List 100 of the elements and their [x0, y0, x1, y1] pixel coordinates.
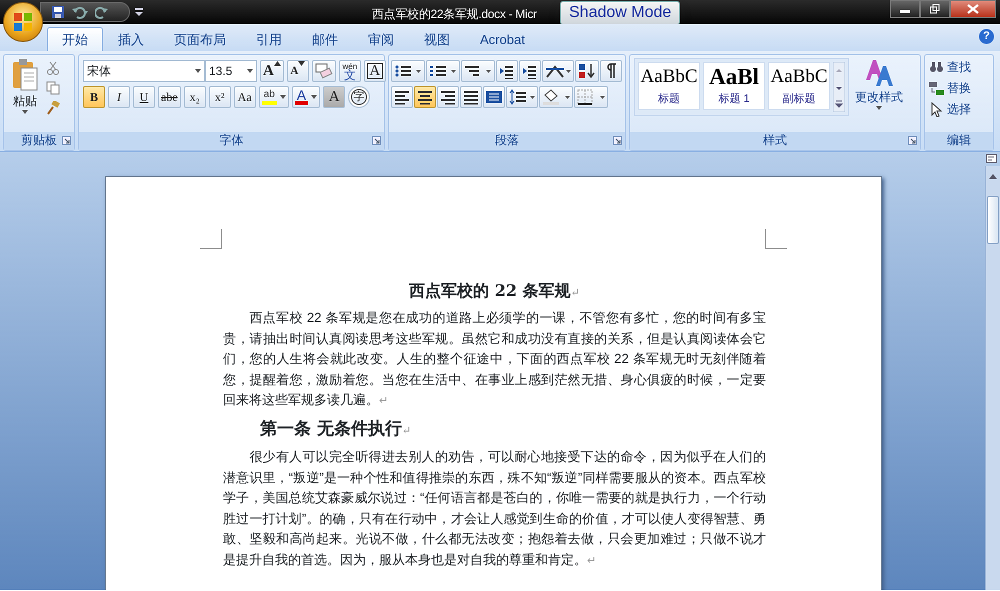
format-button[interactable]: I	[108, 86, 130, 108]
format-button[interactable]: Aa	[234, 86, 256, 108]
shading-icon	[542, 89, 570, 105]
grow-font-button[interactable]: A	[260, 60, 284, 82]
copy-icon[interactable]	[46, 81, 60, 95]
group-label: 样式	[763, 133, 787, 147]
editing-command[interactable]: 替换	[929, 79, 971, 97]
change-styles-button[interactable]: 更改样式	[853, 58, 905, 129]
sort-button[interactable]	[575, 60, 599, 82]
group-label: 字体	[220, 133, 244, 147]
editing-command[interactable]: 查找	[929, 58, 971, 76]
body-paragraph: 很少有人可以完全听得进去别人的劝告，可以耐心地接受下达的命令，因为似乎在人们的潜意识里，“叛逆”是一种个性和值得推崇的东西，殊不知“叛逆”同样需要服从的资本。西点军校学子，美国总统艾森豪威尔说过：“任何语言都是苍白的，你唯一需要的就是执行力，一个行动胜过一打计划”。的确，只有在行动中，才会让人感觉到生命的价值，才可以使人变得智慧、勇敢、坚毅和高尚起来。光说不做，什么都无法改变；抱怨着去做，只会更加难过；只做不说才是提升自我的首选。因为，服从本身也是对自我的尊重和肯定。↵	[223, 448, 766, 568]
close-icon	[967, 4, 979, 14]
bullets-button[interactable]	[391, 60, 425, 82]
scroll-thumb[interactable]	[987, 196, 999, 244]
editing-command[interactable]: 选择	[929, 100, 971, 118]
paragraph-mark: ↵	[587, 554, 596, 566]
restore-icon	[930, 4, 940, 14]
select-icon	[929, 102, 944, 116]
distributed-button[interactable]	[483, 86, 505, 108]
borders-icon	[577, 89, 605, 105]
justify-button[interactable]	[460, 86, 482, 108]
dropdown-arrow-icon	[195, 69, 201, 73]
increase-indent-button[interactable]	[519, 60, 541, 82]
ribbon-tab[interactable]: 邮件	[297, 27, 353, 51]
body-paragraph: 西点军校 22 条军规是您在成功的道路上必须学的一课，不管您有多忙，您的时间有多宝贵，请抽出时间认真阅读思考这些军规。虽然它和成功没有直接的关系，但是认真阅读体会它们，您的人生将会就此改变。人生的整个征途中，下面的西点军校 22 条军规无时无刻伴随着您，提醒着您，激励着您。当您在生活中、在事业上感到茫然无措、身心俱疲的时候，一定要回来将这些军规多读几遍。↵	[223, 309, 766, 409]
shading-button[interactable]	[539, 86, 573, 108]
gallery-scroll-icon[interactable]	[833, 62, 845, 112]
dialog-launcher-icon[interactable]	[908, 136, 917, 145]
ribbon-tab[interactable]: 开始	[47, 27, 103, 51]
line-spacing-button[interactable]	[506, 86, 538, 108]
format-button[interactable]: x₂	[184, 86, 206, 108]
dialog-launcher-icon[interactable]	[372, 136, 381, 145]
phonetic-guide-button[interactable]: wén 文	[338, 60, 361, 82]
group-label: 编辑	[947, 133, 971, 147]
styles-letters-icon	[864, 58, 894, 88]
multilevel-list-icon	[464, 63, 492, 79]
align-center-icon	[417, 89, 433, 105]
font-color-button[interactable]: A	[292, 86, 320, 108]
crop-mark	[765, 229, 787, 249]
group-label: 段落	[495, 133, 519, 147]
show-marks-button[interactable]	[600, 60, 622, 82]
character-shading-button[interactable]: A	[323, 86, 346, 108]
ribbon-tab[interactable]: 审阅	[353, 27, 409, 51]
ribbon-tab[interactable]: Acrobat	[465, 27, 540, 51]
ruler-toggle-icon[interactable]	[986, 152, 998, 164]
ribbon-tab[interactable]: 插入	[103, 27, 159, 51]
multilevel-list-button[interactable]	[461, 60, 495, 82]
clear-format-icon	[314, 63, 333, 79]
restore-button[interactable]	[920, 0, 950, 18]
group-label: 剪贴板	[21, 133, 57, 147]
customize-arrow-icon[interactable]	[135, 7, 143, 17]
format-painter-icon[interactable]	[46, 101, 60, 115]
section-heading: 第一条 无条件执行↵	[260, 418, 412, 440]
crop-mark	[200, 229, 222, 249]
align-center-button[interactable]	[414, 86, 436, 108]
style-swatch[interactable]: AaBbC 标题	[638, 62, 700, 110]
numbering-button[interactable]	[426, 60, 460, 82]
format-button[interactable]: B	[83, 86, 105, 108]
paste-button[interactable]: 粘贴	[8, 58, 42, 129]
enclose-characters-button[interactable]: 字	[348, 86, 370, 108]
format-button[interactable]: x²	[208, 86, 231, 108]
up-arrow-icon	[274, 61, 281, 66]
dropdown-arrow-icon	[247, 69, 253, 73]
shrink-font-button[interactable]: A	[286, 60, 309, 82]
ribbon-tab[interactable]: 引用	[241, 27, 297, 51]
dialog-launcher-icon[interactable]	[62, 136, 71, 145]
ribbon-tab[interactable]: 页面布局	[159, 27, 241, 51]
dialog-launcher-icon[interactable]	[613, 136, 622, 145]
down-arrow-icon	[298, 61, 306, 66]
scroll-up-icon[interactable]	[989, 174, 997, 179]
increase-indent-icon	[522, 63, 538, 79]
ribbon-tab[interactable]: 视图	[409, 27, 465, 51]
scrollbar[interactable]	[985, 166, 1000, 590]
show-marks-icon	[605, 63, 617, 79]
cut-icon[interactable]	[46, 61, 60, 75]
close-button[interactable]	[950, 0, 996, 18]
highlight-button[interactable]: ab	[258, 86, 289, 108]
bullets-icon	[394, 63, 422, 79]
align-right-button[interactable]	[437, 86, 459, 108]
borders-button[interactable]	[574, 86, 608, 108]
redo-icon[interactable]	[95, 5, 109, 19]
font-size-field[interactable]: 13.5	[205, 60, 257, 82]
character-border-button[interactable]: A	[364, 60, 386, 82]
decrease-indent-button[interactable]	[496, 60, 518, 82]
align-left-button[interactable]	[391, 86, 413, 108]
undo-icon[interactable]	[71, 5, 89, 19]
save-icon[interactable]	[51, 5, 65, 19]
chinese-layout-button[interactable]	[542, 60, 574, 82]
clear-format-button[interactable]	[312, 60, 336, 82]
sort-icon	[578, 63, 596, 79]
numbering-icon	[429, 63, 457, 79]
format-button[interactable]: U	[133, 86, 155, 108]
find-icon	[929, 60, 944, 74]
format-button[interactable]: abe	[158, 86, 181, 108]
minimize-button[interactable]	[890, 0, 920, 18]
help-button[interactable]: ?	[979, 29, 994, 44]
font-name-field[interactable]: 宋体	[83, 60, 205, 82]
style-swatch[interactable]: AaBl 标题 1	[703, 62, 765, 110]
style-swatch[interactable]: AaBbC 副标题	[768, 62, 830, 110]
